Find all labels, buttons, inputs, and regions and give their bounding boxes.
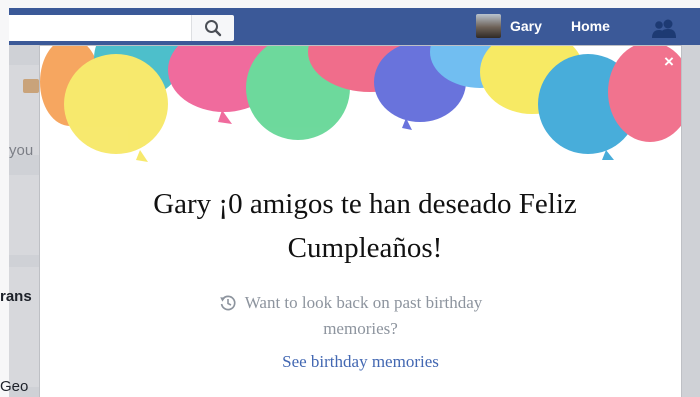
search-input[interactable] bbox=[9, 15, 234, 41]
background-text: Geo bbox=[0, 378, 29, 395]
search-icon bbox=[205, 20, 222, 37]
background-text: you bbox=[9, 142, 34, 159]
background-card bbox=[9, 267, 39, 387]
memories-prompt-line: Want to look back on past birthday bbox=[40, 290, 681, 316]
avatar[interactable] bbox=[476, 14, 501, 38]
title-line: Gary ¡0 amigos te han deseado Feliz bbox=[153, 188, 577, 220]
home-link[interactable]: Home bbox=[571, 14, 610, 38]
background-thumbnail bbox=[23, 79, 39, 93]
memories-prompt: Want to look back on past birthday memor… bbox=[40, 290, 681, 342]
page-title: Gary ¡0 amigos te han deseado Feliz Cump… bbox=[40, 182, 681, 270]
background-text: rans bbox=[0, 288, 32, 305]
profile-link[interactable]: Gary bbox=[510, 14, 542, 38]
title-line: Cumpleaños! bbox=[287, 232, 443, 264]
history-icon bbox=[219, 295, 236, 311]
background-card bbox=[9, 175, 39, 255]
see-birthday-memories-link[interactable]: See birthday memories bbox=[40, 350, 681, 374]
top-navigation-bar: Gary Home bbox=[9, 8, 700, 45]
birthday-modal: × Gary ¡0 amigos te han deseado Feliz Cu… bbox=[40, 46, 681, 397]
memories-prompt-text: Want to look back on past birthday bbox=[244, 293, 483, 312]
balloons-illustration bbox=[40, 46, 681, 162]
close-icon[interactable]: × bbox=[661, 53, 677, 70]
memories-prompt-line: memories? bbox=[323, 319, 398, 338]
friends-icon[interactable] bbox=[651, 18, 677, 38]
search-button[interactable] bbox=[191, 15, 234, 41]
